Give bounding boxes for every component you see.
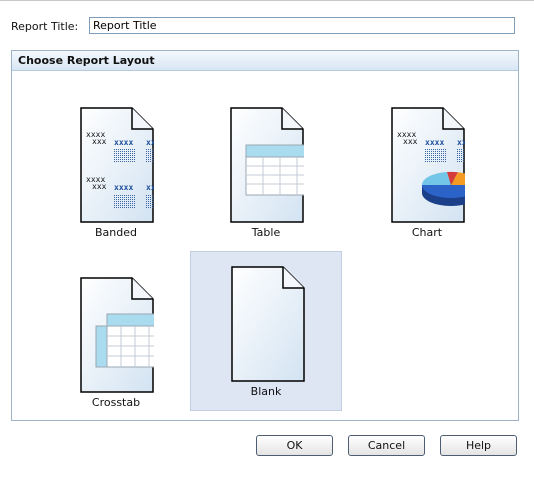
- placeholder-subtext: xxx: [92, 137, 107, 146]
- placeholder-text: xxxx: [457, 138, 465, 147]
- layout-option-banded[interactable]: xxxx xxx xxxx xxx xxxx xxxx xxxx xxxx Ba…: [40, 93, 192, 253]
- top-divider: [0, 0, 534, 1]
- layout-option-blank[interactable]: Blank: [190, 251, 342, 411]
- placeholder-text: xxxx: [146, 183, 154, 192]
- placeholder-text: xxxx: [146, 138, 154, 147]
- layout-label: Banded: [95, 226, 137, 239]
- chart-layout-icon: xxxx xxx xxxx xxxx: [391, 107, 465, 223]
- report-title-label: Report Title:: [11, 20, 79, 33]
- layout-option-chart[interactable]: xxxx xxx xxxx xxxx Chart: [351, 93, 503, 253]
- table-layout-icon: [230, 107, 304, 223]
- layout-option-crosstab[interactable]: Crosstab: [40, 263, 192, 423]
- panel-title: Choose Report Layout: [12, 51, 518, 71]
- ok-button[interactable]: OK: [256, 435, 333, 456]
- placeholder-text: xxxx: [114, 183, 133, 192]
- layout-label: Blank: [250, 385, 282, 398]
- layout-option-table[interactable]: Table: [190, 93, 342, 253]
- choose-report-layout-panel: Choose Report Layout xxxx xxx xxxx xxx x…: [11, 50, 519, 421]
- placeholder-subtext: xxx: [403, 137, 418, 146]
- cancel-button[interactable]: Cancel: [348, 435, 425, 456]
- help-button[interactable]: Help: [440, 435, 517, 456]
- banded-layout-icon: xxxx xxx xxxx xxx xxxx xxxx xxxx xxxx: [80, 107, 154, 223]
- blank-layout-icon: [231, 266, 305, 382]
- layout-label: Chart: [411, 226, 443, 239]
- placeholder-subtext: xxx: [92, 182, 107, 191]
- report-title-input[interactable]: [89, 17, 515, 34]
- layout-label: Table: [251, 226, 281, 239]
- crosstab-layout-icon: [80, 277, 154, 393]
- placeholder-text: xxxx: [425, 138, 444, 147]
- placeholder-text: xxxx: [114, 138, 133, 147]
- layout-label: Crosstab: [91, 396, 141, 409]
- pie-chart-graphic: [421, 171, 465, 206]
